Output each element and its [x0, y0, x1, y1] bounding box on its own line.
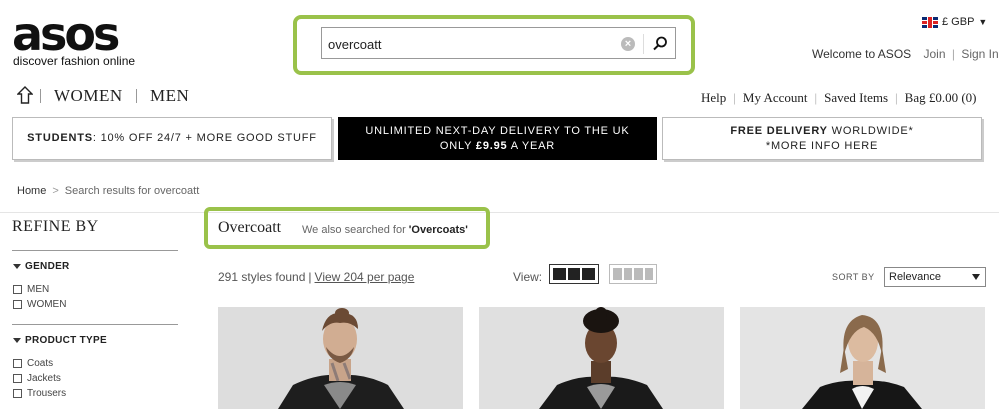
clear-icon[interactable]: × [621, 37, 635, 51]
sign-in-link[interactable]: Sign In [961, 47, 998, 61]
join-link[interactable]: Join [924, 47, 946, 61]
students-promo-text: : 10% OFF 24/7 + MORE GOOD STUFF [92, 132, 317, 144]
filter-option-trousers[interactable]: Trousers [13, 388, 66, 399]
divider [0, 212, 999, 213]
facet-gender-heading: GENDER [25, 261, 70, 272]
checkbox[interactable] [13, 389, 22, 398]
free-delivery-bold: FREE DELIVERY [730, 124, 828, 137]
breadcrumb-home[interactable]: Home [17, 185, 46, 197]
caret-down-icon [13, 338, 21, 343]
welcome-text: Welcome to ASOS [812, 47, 912, 61]
sort-label: SORT BY [832, 272, 875, 282]
delivery-promo-post: A YEAR [507, 139, 556, 152]
view-4-columns-button[interactable] [609, 264, 657, 284]
free-delivery-info: *MORE INFO HERE [765, 139, 879, 152]
delivery-promo-pre: ONLY [439, 139, 476, 152]
sort-select[interactable]: Relevance [884, 267, 986, 287]
facet-product-type-heading: PRODUCT TYPE [25, 335, 107, 346]
free-delivery-text: WORLDWIDE* [827, 124, 914, 137]
sidebar-divider [12, 250, 178, 251]
nav-divider [136, 89, 137, 103]
free-delivery-promo-banner[interactable]: FREE DELIVERY WORLDWIDE* *MORE INFO HERE [662, 117, 982, 160]
uk-flag-icon [922, 16, 938, 28]
currency-selector[interactable]: £ GBP ▼ [922, 16, 987, 28]
filter-option-label: MEN [27, 284, 50, 295]
view-3-columns-button[interactable] [549, 264, 599, 284]
filter-option-label: Trousers [27, 388, 67, 399]
checkbox[interactable] [13, 359, 22, 368]
asos-logo[interactable]: asos [12, 11, 120, 57]
nav-men[interactable]: MEN [150, 86, 189, 106]
search-input[interactable] [328, 33, 618, 55]
results-count: 291 styles found [218, 270, 306, 284]
dropdown-arrow-icon [972, 274, 980, 280]
help-link[interactable]: Help [701, 90, 726, 105]
view-label: View: [513, 270, 543, 284]
model-photo [479, 307, 724, 409]
model-photo [740, 307, 985, 409]
sidebar-divider [12, 324, 178, 325]
checkbox[interactable] [13, 285, 22, 294]
breadcrumb-separator: > [52, 185, 59, 197]
sort-value: Relevance [889, 271, 941, 283]
nav-women[interactable]: WOMEN [54, 86, 123, 106]
search-button[interactable] [647, 32, 673, 56]
filter-option-label: WOMEN [27, 299, 67, 310]
bag-link[interactable]: Bag £0.00 (0) [905, 90, 977, 105]
also-searched-note: We also searched for 'Overcoats' [302, 224, 468, 236]
caret-down-icon [13, 264, 21, 269]
checkbox[interactable] [13, 374, 22, 383]
students-promo-bold: STUDENTS [27, 132, 93, 144]
delivery-promo-line1: UNLIMITED NEXT-DAY DELIVERY TO THE UK [365, 124, 630, 137]
product-image-3[interactable] [740, 307, 985, 409]
filter-option-men[interactable]: MEN [13, 284, 49, 295]
currency-label: £ GBP [942, 16, 975, 28]
also-searched-term[interactable]: 'Overcoats' [409, 224, 468, 236]
home-icon[interactable] [16, 86, 34, 104]
welcome-bar: Welcome to ASOS Join | Sign In [812, 47, 999, 61]
refine-heading: REFINE BY [12, 218, 99, 235]
utility-nav: Help | My Account | Saved Items | Bag £0.00 (0… [701, 90, 977, 105]
product-image-2[interactable] [479, 307, 724, 409]
facet-gender-toggle[interactable]: GENDER [13, 261, 70, 272]
also-searched-prefix: We also searched for [302, 224, 409, 236]
facet-product-type-toggle[interactable]: PRODUCT TYPE [13, 335, 107, 346]
checkbox[interactable] [13, 300, 22, 309]
breadcrumb-current: Search results for overcoatt [64, 185, 200, 197]
filter-option-jackets[interactable]: Jackets [13, 373, 61, 384]
saved-items-link[interactable]: Saved Items [824, 90, 888, 105]
search-bar: × [321, 27, 676, 59]
chevron-down-icon: ▼ [978, 17, 988, 27]
search-icon [653, 36, 667, 51]
results-title: Overcoatt [218, 219, 282, 236]
search-divider [643, 34, 644, 54]
breadcrumb: Home > Search results for overcoatt [17, 185, 199, 197]
my-account-link[interactable]: My Account [743, 90, 808, 105]
per-page-link[interactable]: View 204 per page [315, 270, 415, 284]
product-image-1[interactable] [218, 307, 463, 409]
model-photo [218, 307, 463, 409]
delivery-promo-price: £9.95 [475, 139, 508, 152]
filter-option-label: Coats [27, 358, 54, 369]
filter-option-women[interactable]: WOMEN [13, 299, 66, 310]
delivery-promo-banner[interactable]: UNLIMITED NEXT-DAY DELIVERY TO THE UK ON… [338, 117, 657, 160]
filter-option-label: Jackets [27, 373, 61, 384]
filter-option-coats[interactable]: Coats [13, 358, 53, 369]
students-promo-banner[interactable]: STUDENTS: 10% OFF 24/7 + MORE GOOD STUFF [12, 117, 332, 160]
logo-tagline: discover fashion online [13, 54, 136, 68]
nav-divider [40, 89, 41, 103]
results-count-bar: 291 styles found | View 204 per page [218, 270, 415, 284]
